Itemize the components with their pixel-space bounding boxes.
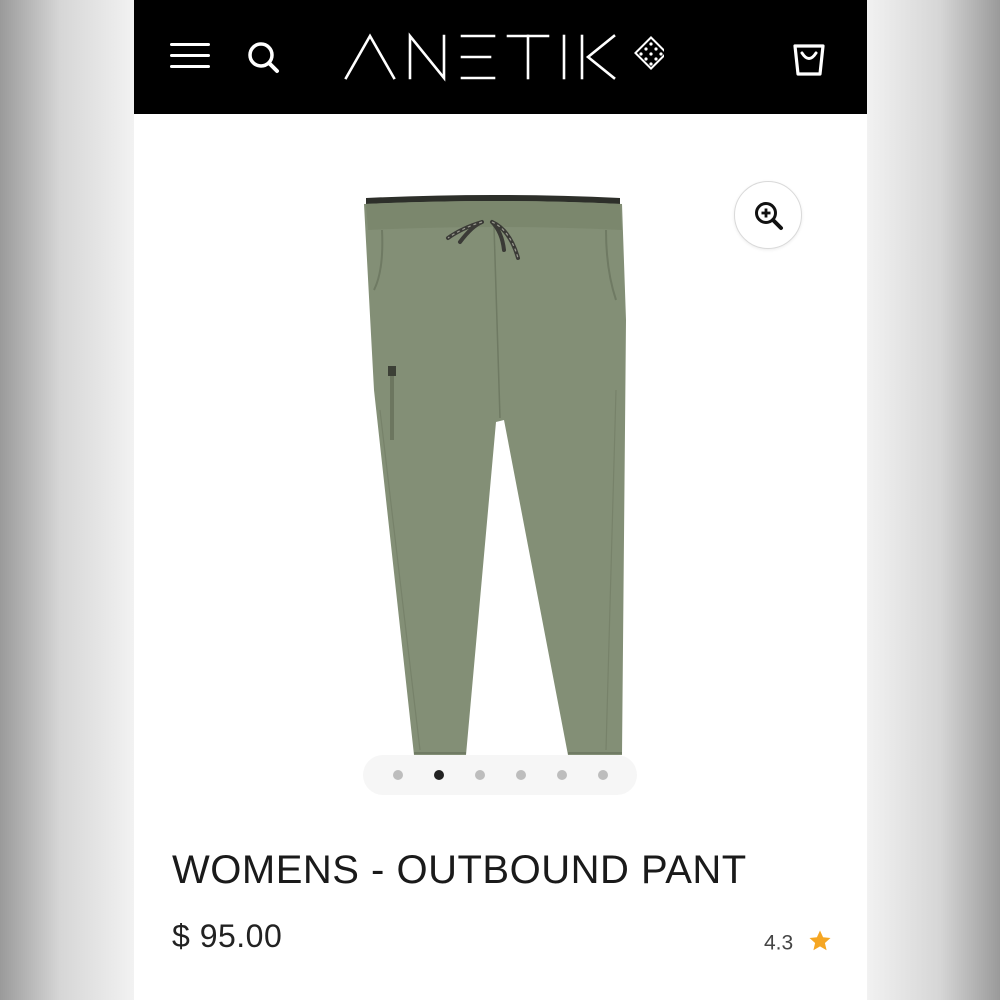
star-icon [808, 929, 832, 958]
product-image-pants[interactable] [354, 190, 634, 770]
product-rating[interactable]: 4.3 [764, 929, 832, 955]
product-title: WOMENS - OUTBOUND PANT [172, 848, 747, 892]
phone-screen: WOMENS - OUTBOUND PANT $ 95.00 4.3 [134, 0, 867, 1000]
zoom-in-icon [755, 202, 783, 230]
image-gallery-pagination [363, 755, 637, 795]
gallery-dot-2[interactable] [434, 770, 444, 780]
hamburger-menu-icon[interactable] [170, 40, 212, 72]
gallery-dot-3[interactable] [475, 770, 485, 780]
top-navigation-bar [134, 0, 867, 114]
brand-logo[interactable] [344, 32, 668, 82]
shopping-bag-icon[interactable] [789, 36, 829, 78]
product-price: $ 95.00 [172, 918, 283, 954]
search-icon[interactable] [244, 38, 284, 78]
gallery-dot-1[interactable] [393, 770, 403, 780]
zoom-in-button[interactable] [734, 181, 802, 249]
gallery-dot-5[interactable] [557, 770, 567, 780]
gallery-dot-4[interactable] [516, 770, 526, 780]
brand-logo-wordmark [344, 32, 668, 82]
gallery-dot-6[interactable] [598, 770, 608, 780]
rating-value: 4.3 [764, 931, 794, 955]
